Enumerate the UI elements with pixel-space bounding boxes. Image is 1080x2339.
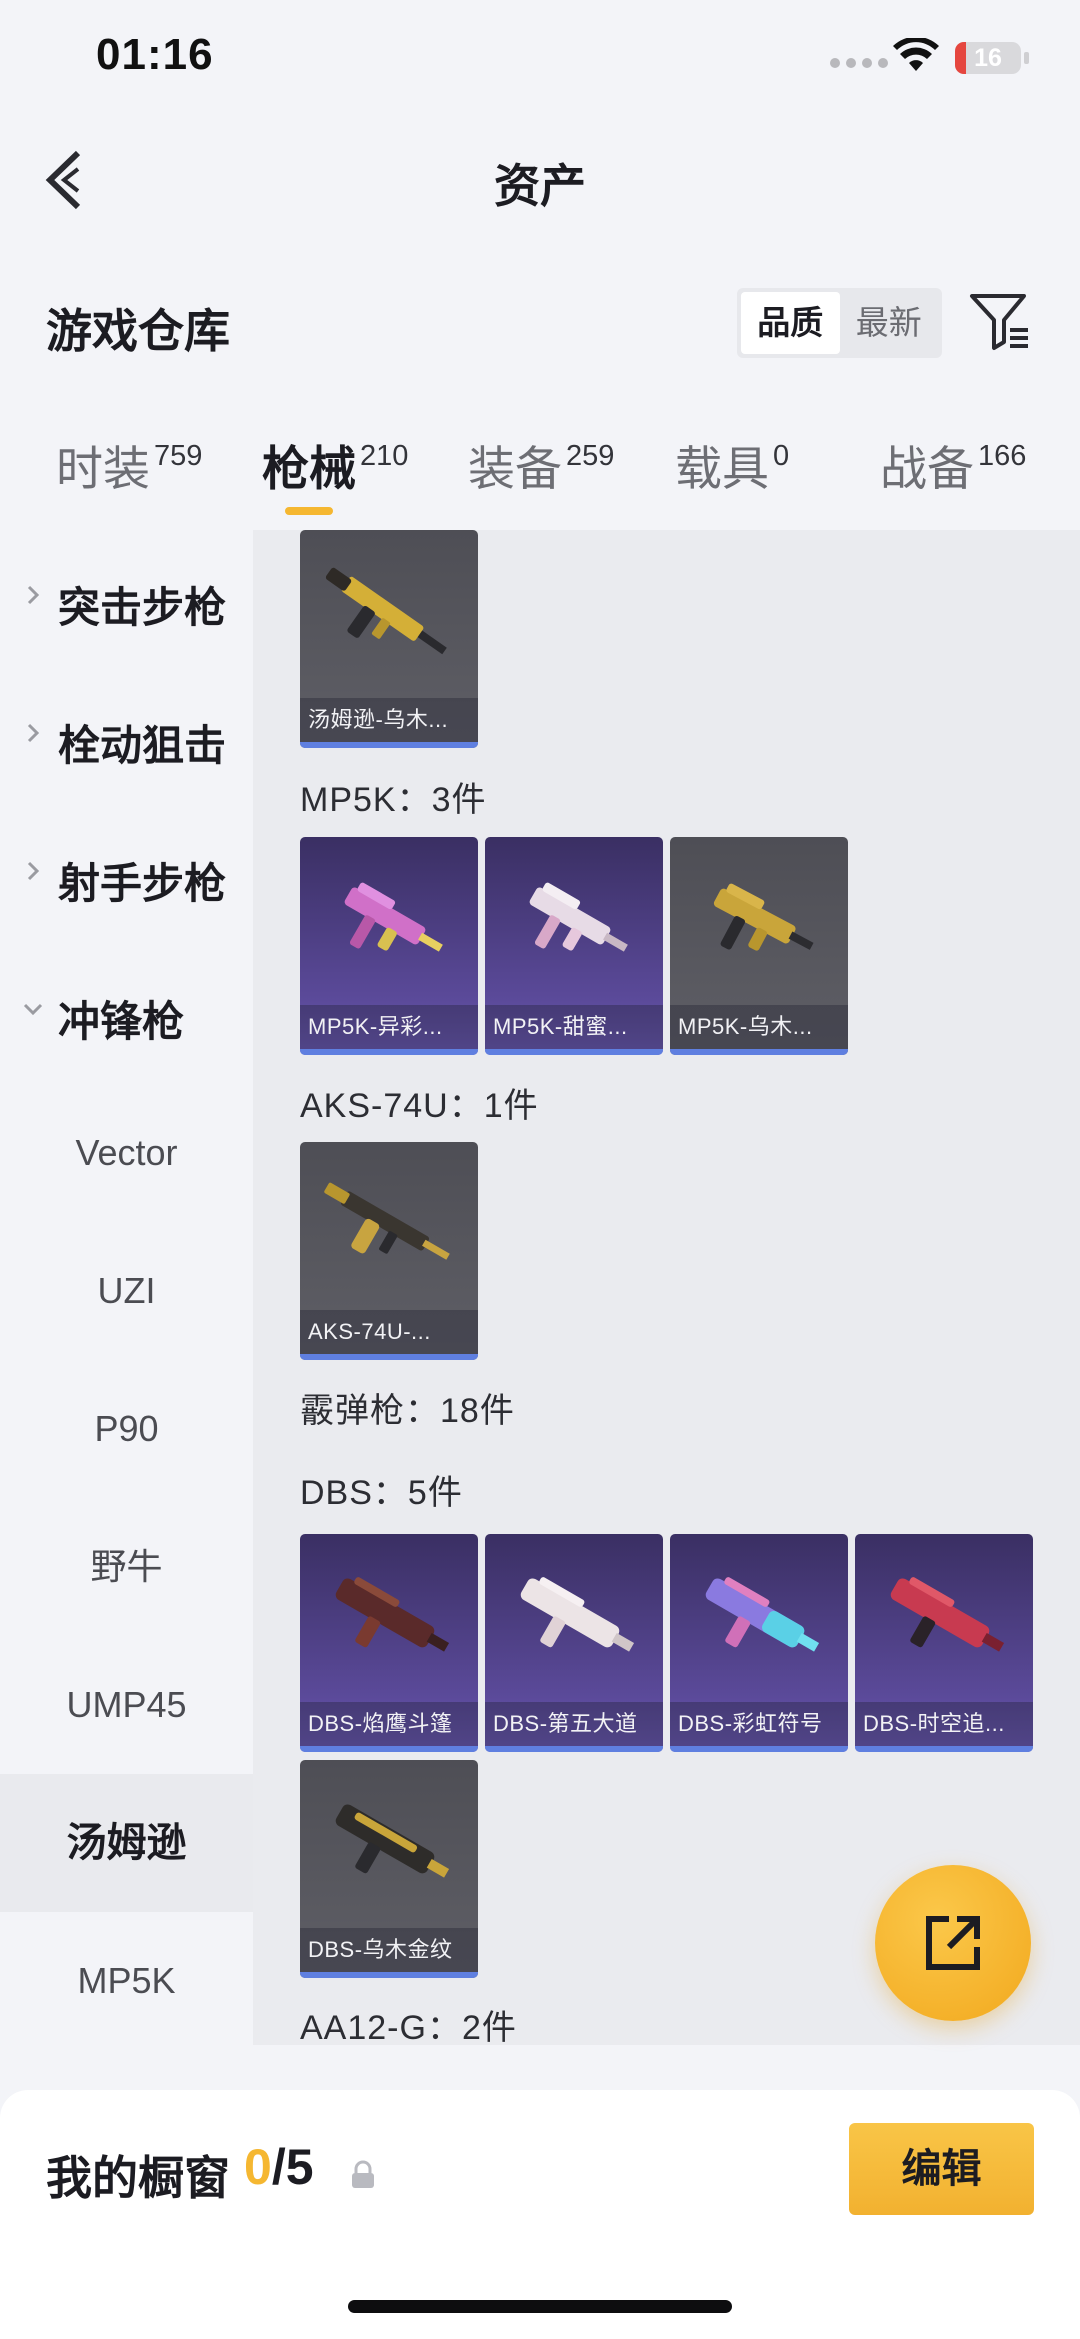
showcase-count: 0/5: [244, 2139, 314, 2195]
sidebar-group-marksman-rifle[interactable]: 射手步枪: [0, 836, 253, 916]
sidebar-item-bizon[interactable]: 野牛: [0, 1498, 253, 1636]
weapon-card[interactable]: MP5K-甜蜜...: [485, 837, 663, 1055]
category-tabs: 时装 759 枪械 210 装备 259 载具 0 战备 166: [0, 430, 1080, 530]
tab-combat-gear[interactable]: 战备 166: [880, 430, 1026, 499]
chevron-right-icon: [27, 585, 40, 605]
filter-icon[interactable]: [968, 290, 1032, 352]
warehouse-title: 游戏仓库: [46, 305, 230, 357]
weapon-card[interactable]: DBS-焰鹰斗篷: [300, 1534, 478, 1752]
chevron-down-icon: [23, 1003, 43, 1016]
sort-toggle: 品质 最新: [737, 288, 942, 358]
showcase-label: 我的橱窗: [46, 2152, 230, 2204]
sidebar-item-uzi[interactable]: UZI: [0, 1222, 253, 1360]
sidebar-item-thompson[interactable]: 汤姆逊: [0, 1774, 253, 1912]
weapon-card[interactable]: DBS-第五大道: [485, 1534, 663, 1752]
sidebar-item-vector[interactable]: Vector: [0, 1084, 253, 1222]
section-label-shotgun: 霰弹枪：18件: [300, 1392, 515, 1430]
sort-option-quality[interactable]: 品质: [741, 292, 840, 354]
section-label-aa12g: AA12-G：2件: [300, 2009, 517, 2047]
battery-level: 16: [974, 44, 1002, 72]
aks74u-skin-image: [324, 1182, 450, 1260]
weapon-card[interactable]: AKS-74U-...: [300, 1142, 478, 1360]
status-bar: 01:16 16: [0, 0, 1080, 120]
edit-button[interactable]: 编辑: [849, 2123, 1034, 2215]
chevron-right-icon: [27, 861, 40, 881]
weapon-card[interactable]: MP5K-异彩...: [300, 837, 478, 1055]
sidebar-item-mp5k[interactable]: MP5K: [0, 1912, 253, 2050]
dbs-rainbow-symbol-skin-image: [705, 1577, 820, 1652]
share-button[interactable]: [875, 1865, 1031, 2021]
tab-fashion[interactable]: 时装 759: [56, 430, 202, 499]
section-label-mp5k: MP5K：3件: [300, 781, 487, 819]
weapon-card[interactable]: DBS-时空追...: [855, 1534, 1033, 1752]
weapon-grid: 汤姆逊-乌木... MP5K：3件 MP5K-异彩... MP5K-甜蜜... …: [253, 530, 1080, 2047]
weapon-type-sidebar: 突击步枪 栓动狙击 射手步枪 冲锋枪 Vector UZI P90 野牛 UMP…: [0, 530, 253, 2040]
chevron-right-icon: [27, 723, 40, 743]
sidebar-item-p90[interactable]: P90: [0, 1360, 253, 1498]
sort-option-latest[interactable]: 最新: [840, 292, 939, 354]
section-label-aks74u: AKS-74U：1件: [300, 1087, 539, 1125]
sidebar-group-assault-rifle[interactable]: 突击步枪: [0, 560, 253, 640]
sidebar-group-bolt-sniper[interactable]: 栓动狙击: [0, 698, 253, 778]
dbs-ebony-gold-skin-image: [335, 1804, 450, 1878]
mp5k-ebony-skin-image: [713, 883, 814, 951]
dbs-fifth-avenue-skin-image: [520, 1577, 635, 1652]
dbs-flame-hawk-skin-image: [335, 1577, 450, 1652]
weapon-card[interactable]: DBS-彩虹符号: [670, 1534, 848, 1752]
weapon-card[interactable]: 汤姆逊-乌木...: [300, 530, 478, 748]
tab-equipment[interactable]: 装备 259: [468, 430, 614, 499]
weapon-card[interactable]: MP5K-乌木...: [670, 837, 848, 1055]
dbs-time-chaser-skin-image: [890, 1577, 1005, 1652]
mp5k-iridescent-skin-image: [344, 882, 443, 952]
sidebar-item-ump45[interactable]: UMP45: [0, 1636, 253, 1774]
battery-icon: 16: [955, 42, 1021, 74]
thompson-skin-image: [325, 567, 447, 655]
home-indicator: [348, 2300, 732, 2313]
active-tab-indicator: [285, 507, 333, 515]
mp5k-sweet-skin-image: [529, 882, 628, 952]
weapon-card[interactable]: DBS-乌木金纹: [300, 1760, 478, 1978]
wifi-icon: [893, 38, 939, 71]
section-label-dbs: DBS：5件: [300, 1474, 463, 1512]
sidebar-group-smg[interactable]: 冲锋枪: [0, 974, 253, 1054]
tab-weapons[interactable]: 枪械 210: [262, 430, 408, 499]
lock-icon: [352, 2160, 374, 2188]
share-icon: [926, 1916, 980, 1970]
page-title: 资产: [494, 160, 586, 212]
tab-vehicles[interactable]: 载具 0: [675, 430, 789, 499]
cellular-signal-icon: [830, 58, 888, 68]
status-time: 01:16: [96, 30, 214, 79]
